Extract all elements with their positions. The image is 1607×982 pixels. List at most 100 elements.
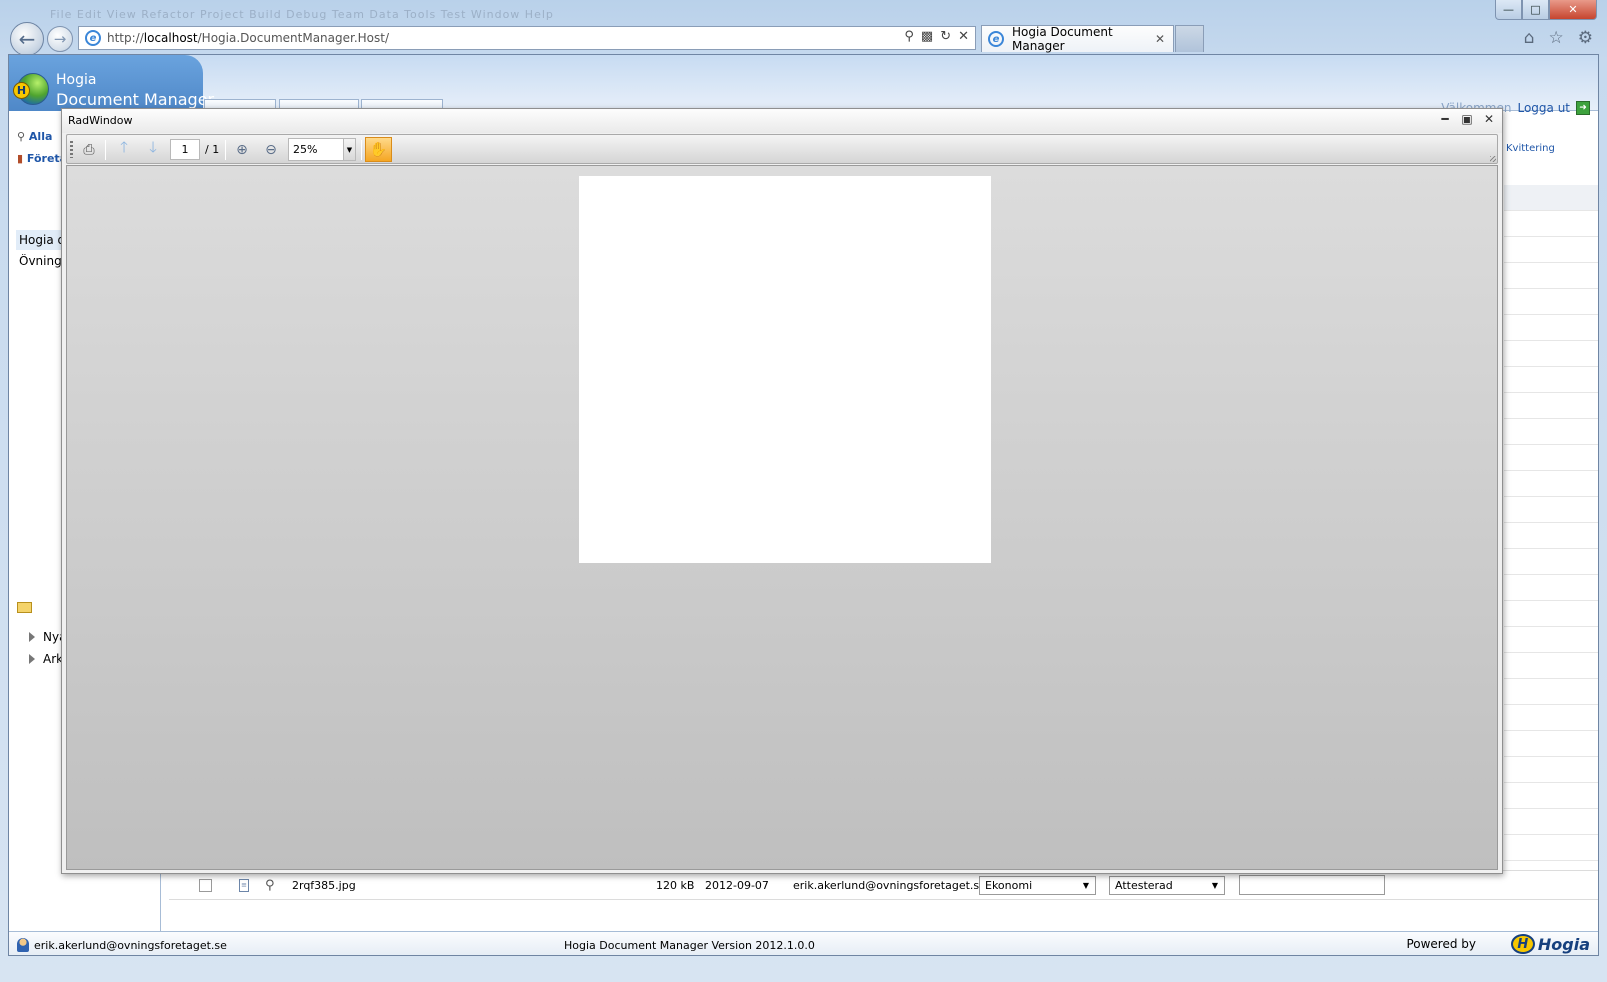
grid-row-strip <box>1504 315 1598 341</box>
toolbar-separator <box>105 140 106 160</box>
radwindow-dialog: RadWindow ━ ▣ ✕ ⎙ 🡑 🡓 1 / 1 ⊕ ⊖ 25% ▼ ✋ <box>61 108 1503 874</box>
grid-row-strip <box>1504 263 1598 289</box>
back-button[interactable]: ← <box>10 22 44 56</box>
tab-title: Hogia Document Manager <box>1012 25 1113 53</box>
browser-tab[interactable]: e Hogia Document Manager ✕ <box>981 25 1174 53</box>
grid-row-strip <box>1504 289 1598 315</box>
tab-close-icon[interactable]: ✕ <box>1155 32 1165 46</box>
minimize-button[interactable]: — <box>1495 0 1522 20</box>
grid-row-strip <box>1504 393 1598 419</box>
footer-user: erik.akerlund@ovningsforetaget.se <box>17 938 227 952</box>
hogia-h-icon: H <box>1510 934 1535 954</box>
page-total-label: / 1 <box>205 143 220 156</box>
comment-input[interactable] <box>1239 875 1385 895</box>
grid-row-strip <box>1504 653 1598 679</box>
size-cell: 120 kB <box>656 878 695 892</box>
toolbar-resize-grip[interactable] <box>1490 156 1496 162</box>
browser-command-icons: ⌂ ☆ ⚙ <box>1524 28 1593 48</box>
url-prefix: http:// <box>107 31 144 45</box>
radwindow-title: RadWindow <box>68 114 133 127</box>
version-label: Hogia Document Manager Version 2012.1.0.… <box>564 939 815 952</box>
arrow-down-icon[interactable]: 🡓 <box>142 138 164 160</box>
toolbar-separator <box>361 140 362 160</box>
all-documents-link[interactable]: ⚲ Alla <box>17 130 52 143</box>
chevron-down-icon: ▼ <box>1082 880 1089 890</box>
toolbar-separator <box>225 140 226 160</box>
maximize-icon[interactable]: ▣ <box>1460 112 1474 126</box>
grid-row-strip <box>1504 835 1598 861</box>
all-link-label: Alla <box>28 130 53 143</box>
toolbar-grip-icon[interactable] <box>70 141 73 158</box>
filename-cell: 2rqf385.jpg <box>292 878 356 892</box>
footer-user-email: erik.akerlund@ovningsforetaget.se <box>34 938 227 952</box>
gear-icon[interactable]: ⚙ <box>1578 28 1593 48</box>
grid-row-strip <box>1504 575 1598 601</box>
menu-bar-ghost: File Edit View Refactor Project Build De… <box>50 8 554 21</box>
hogia-logo-text: Hogia <box>1537 934 1590 954</box>
refresh-icon[interactable]: ↻ <box>940 29 951 44</box>
zoom-out-icon[interactable]: ⊖ <box>260 139 282 160</box>
grid-row-strip <box>1504 237 1598 263</box>
grid-row-strip <box>1504 731 1598 757</box>
grid-row-strip <box>1504 419 1598 445</box>
grid-row-strip <box>1504 705 1598 731</box>
tab-favicon-icon: e <box>988 31 1004 47</box>
logout-link[interactable]: Logga ut <box>1517 101 1570 115</box>
grid-header-strip <box>1504 185 1598 211</box>
maximize-button[interactable]: □ <box>1522 0 1549 20</box>
table-row[interactable]: ≡ ⚲ 2rqf385.jpg 120 kB 2012-09-07 erik.a… <box>169 870 1598 900</box>
forward-button[interactable]: → <box>47 26 73 52</box>
brand-line1: Hogia <box>56 72 97 88</box>
status-select[interactable]: Attesterad ▼ <box>1109 875 1225 895</box>
exit-icon[interactable]: ➜ <box>1576 101 1590 115</box>
chevron-down-icon[interactable]: ▼ <box>343 139 355 160</box>
zoom-in-icon[interactable]: ⊕ <box>231 139 253 160</box>
close-icon[interactable]: ✕ <box>1482 112 1496 126</box>
close-window-button[interactable]: ✕ <box>1549 0 1597 20</box>
expand-triangle-icon[interactable] <box>29 654 35 664</box>
address-tools: ⚲ ▩ ↻ ✕ <box>904 29 969 44</box>
row-checkbox[interactable] <box>199 878 212 892</box>
briefcase-icon: ▮ <box>17 152 24 165</box>
grid-row-strip <box>1504 809 1598 835</box>
powered-by-label: Powered by <box>1406 937 1476 951</box>
forward-arrow-icon: → <box>53 30 67 48</box>
chevron-down-icon: ▼ <box>1211 880 1218 890</box>
search-icon[interactable]: ⚲ <box>904 29 914 44</box>
stop-icon[interactable]: ✕ <box>958 29 969 44</box>
folder-icon <box>17 602 32 613</box>
document-icon[interactable]: ≡ <box>239 878 249 892</box>
app-header: H Hogia Document Manager Välkommen Logga… <box>9 55 1598 115</box>
url-path: /Hogia.DocumentManager.Host/ <box>197 31 390 45</box>
compat-view-icon[interactable]: ▩ <box>921 29 933 44</box>
preview-magnifier-icon[interactable]: ⚲ <box>265 878 275 893</box>
zoom-select[interactable]: 25% ▼ <box>288 138 356 161</box>
grid-row-strip <box>1504 497 1598 523</box>
browser-window: File Edit View Refactor Project Build De… <box>0 0 1607 982</box>
grid-row-strip <box>1504 367 1598 393</box>
radwindow-controls: ━ ▣ ✕ <box>1438 112 1496 126</box>
grid-row-strip <box>1504 549 1598 575</box>
right-link[interactable]: Kvittering <box>1506 143 1555 154</box>
category-select[interactable]: Ekonomi ▼ <box>979 875 1096 895</box>
radwindow-titlebar[interactable]: RadWindow ━ ▣ ✕ <box>62 109 1502 133</box>
favorites-star-icon[interactable]: ☆ <box>1549 28 1564 48</box>
arrow-up-icon[interactable]: 🡑 <box>113 138 135 160</box>
hand-icon[interactable]: ✋ <box>365 137 392 162</box>
address-bar[interactable]: e http://localhost/Hogia.DocumentManager… <box>78 26 976 50</box>
grid-row-strip <box>1504 211 1598 237</box>
grid-row-strip <box>1504 523 1598 549</box>
grid-row-strip <box>1504 341 1598 367</box>
grid-row-strip <box>1504 679 1598 705</box>
window-controls: — □ ✕ <box>1495 0 1597 20</box>
url-text[interactable]: http://localhost/Hogia.DocumentManager.H… <box>107 31 389 45</box>
expand-triangle-icon[interactable] <box>29 632 35 642</box>
home-icon[interactable]: ⌂ <box>1524 28 1535 48</box>
hogia-footer-logo: H Hogia <box>1510 934 1590 954</box>
page-number-input[interactable]: 1 <box>170 139 200 160</box>
new-tab-button[interactable] <box>1175 25 1204 52</box>
document-viewer-area[interactable] <box>66 165 1498 870</box>
minimize-icon[interactable]: ━ <box>1438 112 1452 126</box>
printer-icon[interactable]: ⎙ <box>78 139 100 160</box>
user-cell: erik.akerlund@ovningsforetaget.se <box>793 878 986 892</box>
